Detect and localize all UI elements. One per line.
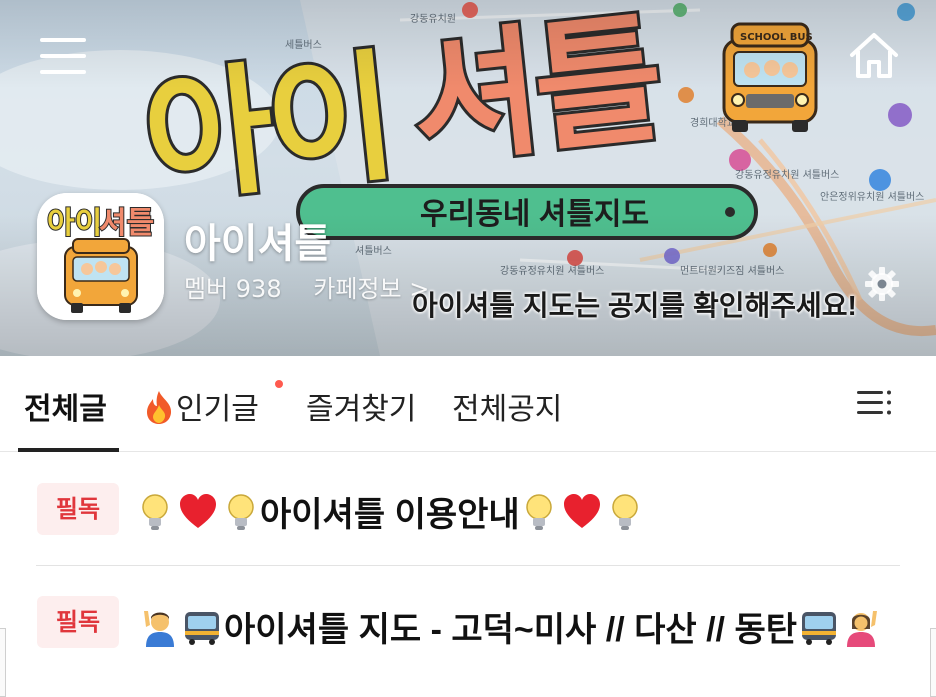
menu-icon bbox=[40, 38, 86, 42]
heart-icon bbox=[180, 493, 216, 528]
tab-popular-label: 인기글 bbox=[176, 392, 259, 427]
heart-icon bbox=[563, 493, 600, 528]
cafe-name: 아이셔틀 bbox=[184, 222, 332, 266]
post-title: 아이셔틀 지도 - 고덕~미사 // 다산 // 동탄 bbox=[136, 602, 885, 651]
svg-text:셔틀: 셔틀 bbox=[99, 207, 154, 240]
person-raising-hand-icon bbox=[144, 610, 174, 647]
bus-icon bbox=[802, 611, 837, 645]
gear-icon bbox=[865, 267, 899, 301]
lightbulb-icon bbox=[611, 493, 638, 530]
banner-notice-text: 아이셔틀 지도는 공지를 확인해주세요! bbox=[412, 290, 857, 321]
fire-icon bbox=[147, 391, 172, 424]
lightbulb-icon bbox=[525, 493, 552, 530]
post-title: 아이셔틀 이용안내 bbox=[136, 487, 644, 536]
tab-all-posts[interactable]: 전체글 bbox=[24, 384, 107, 428]
list-menu-icon bbox=[857, 390, 891, 415]
lightbulb-icon bbox=[142, 493, 168, 530]
home-button[interactable] bbox=[846, 28, 902, 84]
menu-button[interactable] bbox=[38, 36, 90, 76]
must-read-badge: 필독 bbox=[37, 596, 119, 648]
tab-popular[interactable]: 인기글 bbox=[142, 384, 259, 428]
tab-favorites[interactable]: 즐겨찾기 bbox=[306, 384, 416, 428]
left-edge-card bbox=[0, 628, 6, 697]
right-edge-card bbox=[930, 628, 936, 697]
svg-text:아이: 아이 bbox=[47, 207, 102, 240]
list-item[interactable]: 필독 아이셔틀 지도 - 고덕~미사 // 다산 // 동탄 bbox=[36, 566, 900, 680]
lightbulb-icon bbox=[228, 493, 254, 530]
post-title-text: 아이셔틀 지도 - 고덕~미사 // 다산 // 동탄 bbox=[224, 611, 798, 649]
must-read-badge: 필독 bbox=[37, 483, 119, 535]
post-title-text: 아이셔틀 이용안내 bbox=[260, 496, 520, 534]
menu-icon-bar bbox=[40, 54, 86, 58]
member-count: 멤버 938 bbox=[184, 275, 282, 303]
cafe-logo-art: 아이 셔틀 bbox=[37, 193, 164, 320]
cafe-logo: 아이 셔틀 bbox=[37, 193, 164, 320]
home-icon bbox=[850, 33, 898, 78]
list-item[interactable]: 필독 아이셔틀 이용안내 bbox=[36, 452, 900, 566]
tab-list-menu-button[interactable] bbox=[854, 382, 894, 422]
menu-icon-bar bbox=[40, 70, 86, 74]
new-dot bbox=[275, 380, 283, 388]
board-tabs: 전체글 인기글 즐겨찾기 전체공지 bbox=[0, 356, 936, 452]
tab-all-notices[interactable]: 전체공지 bbox=[452, 384, 562, 428]
bus-icon bbox=[185, 611, 219, 645]
cafe-meta: 멤버 938 카페정보 > bbox=[184, 269, 429, 304]
banner-settings-button[interactable] bbox=[862, 264, 902, 304]
person-raising-hand-icon bbox=[847, 610, 878, 647]
